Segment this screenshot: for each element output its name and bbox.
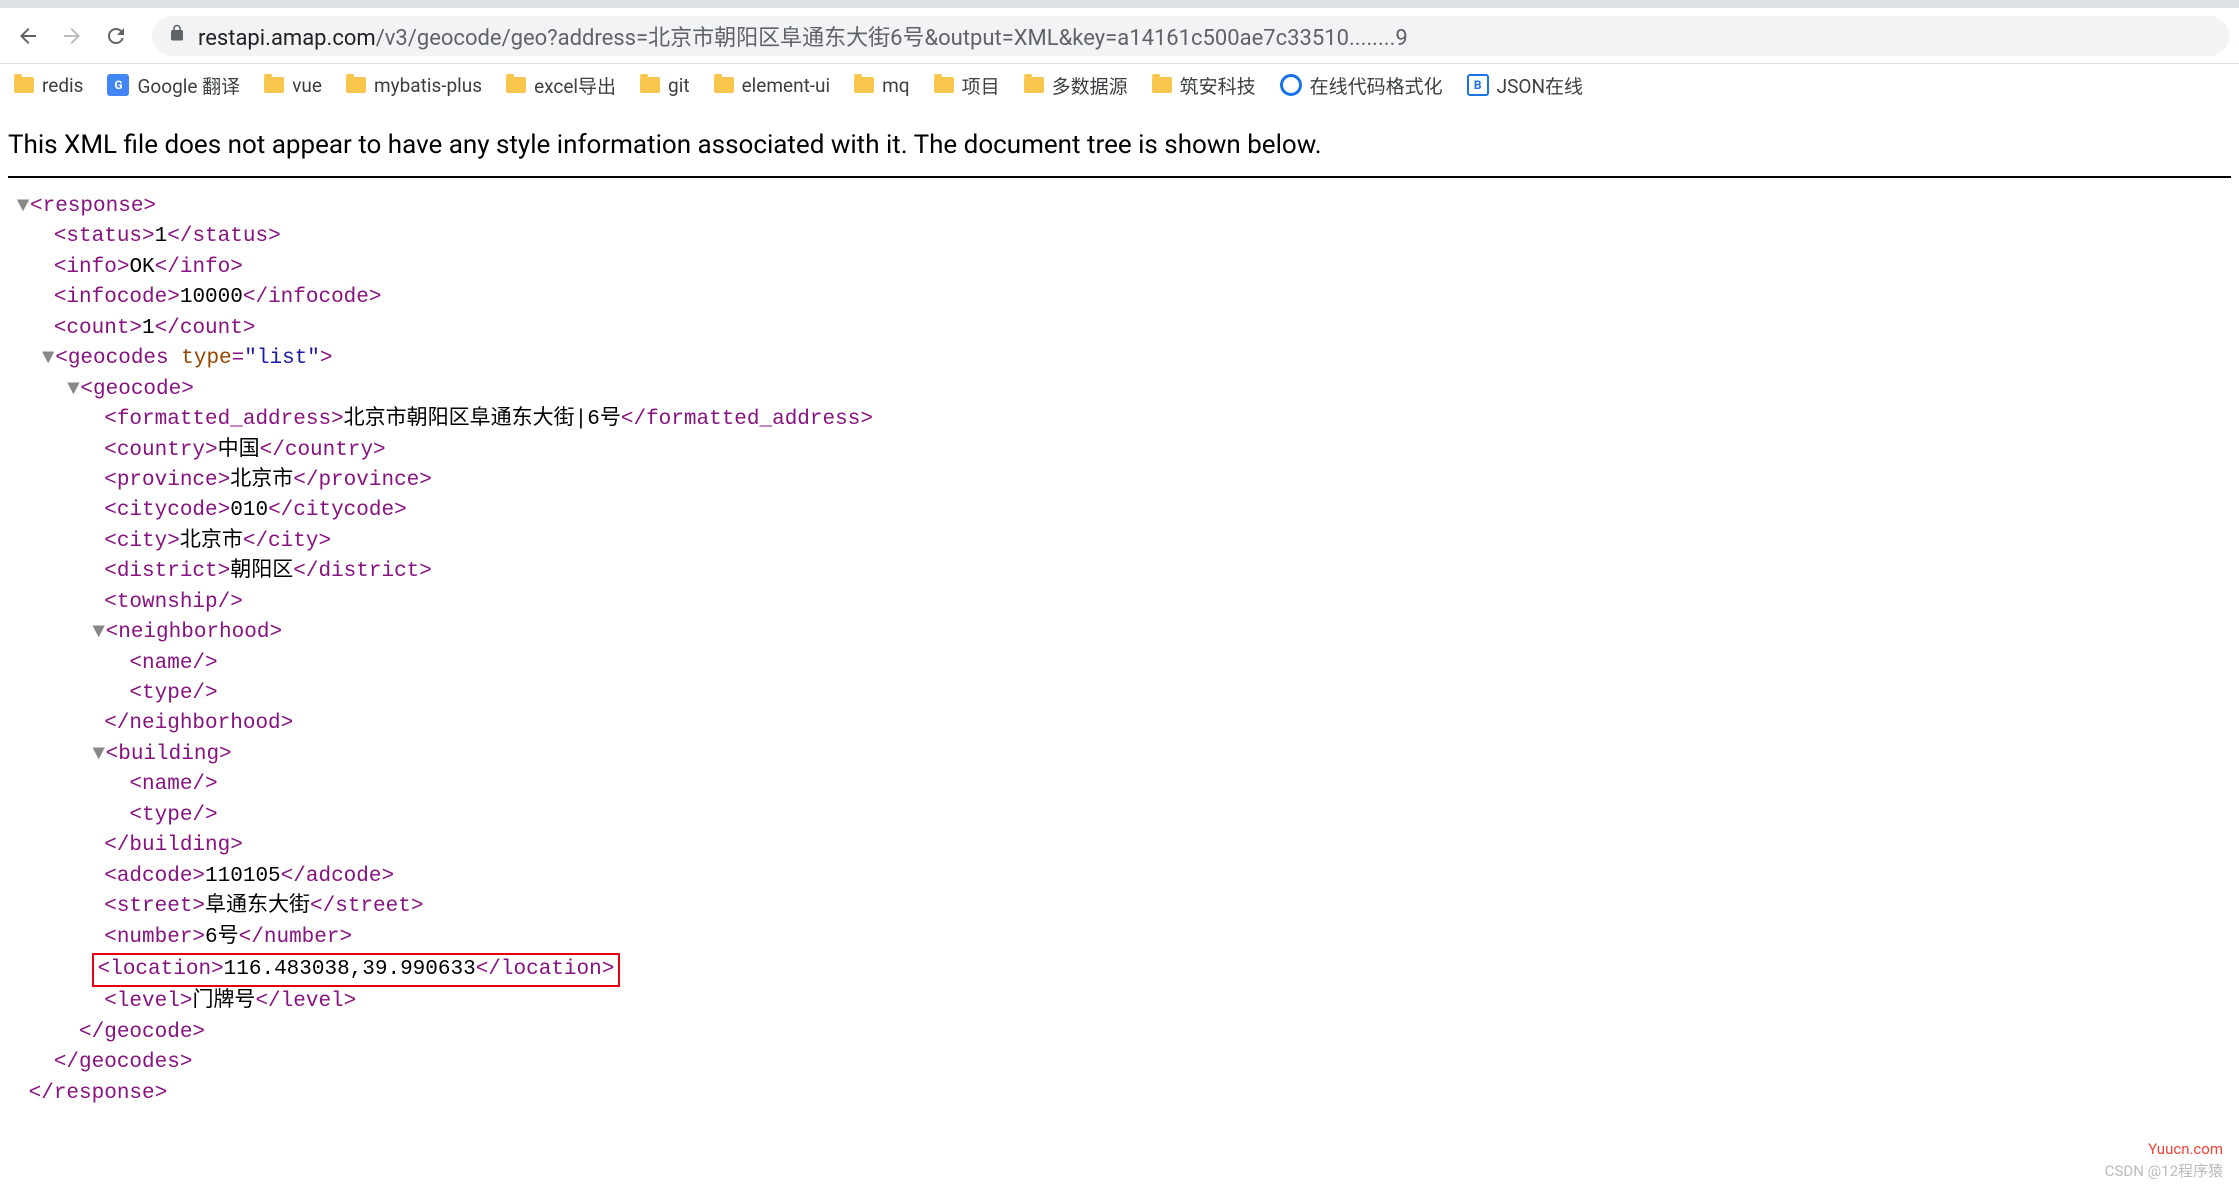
bookmark-project[interactable]: 项目 [934,72,1000,99]
xml-info: OK [129,256,154,279]
folder-icon [14,77,34,93]
xml-tree: ▼<response> <status>1</status> <info>OK<… [8,192,2231,1109]
toggle-icon[interactable]: ▼ [16,192,30,222]
circle-icon [1280,74,1302,96]
watermark: Yuucn.com CSDN @12程序猿 [2105,1140,2223,1181]
json-icon: B [1467,74,1489,96]
url-text: restapi.amap.com/v3/geocode/geo?address=… [198,20,1408,52]
folder-icon [640,77,660,93]
bookmark-label: 在线代码格式化 [1310,72,1443,99]
bookmark-excel-export[interactable]: excel导出 [506,72,616,99]
bookmark-code-format[interactable]: 在线代码格式化 [1280,72,1443,99]
bookmark-label: JSON在线 [1497,72,1583,99]
bookmark-label: Google 翻译 [137,72,240,99]
back-button[interactable] [10,18,46,54]
xml-adcode: 110105 [205,865,281,888]
xml-infocode: 10000 [180,286,243,309]
bookmark-label: vue [292,74,322,97]
toggle-icon[interactable]: ▼ [92,740,106,770]
xml-city: 北京市 [180,530,243,553]
xml-country: 中国 [218,439,260,462]
bookmark-label: 项目 [962,72,1000,99]
xml-formatted-address: 北京市朝阳区阜通东大街|6号 [344,408,621,431]
xml-province: 北京市 [230,469,293,492]
xml-status: 1 [155,225,168,248]
bookmark-json-online[interactable]: B JSON在线 [1467,72,1583,99]
forward-button[interactable] [54,18,90,54]
folder-icon [714,77,734,93]
folder-icon [934,77,954,93]
xml-citycode: 010 [230,499,268,522]
toggle-icon[interactable]: ▼ [41,344,55,374]
lock-icon [168,23,186,48]
bookmark-label: git [668,74,690,97]
arrow-left-icon [16,24,40,48]
xml-district: 朝阳区 [230,560,293,583]
bookmark-label: element-ui [742,74,831,97]
bookmark-label: 多数据源 [1052,72,1128,99]
bookmark-redis[interactable]: redis [14,74,83,97]
watermark-line2: CSDN @12程序猿 [2105,1160,2223,1181]
xml-number: 6号 [205,926,239,949]
toggle-icon[interactable]: ▼ [66,375,80,405]
folder-icon [1152,77,1172,93]
bookmark-google-translate[interactable]: G Google 翻译 [107,72,240,99]
folder-icon [346,77,366,93]
folder-icon [854,77,874,93]
xml-location: 116.483038,39.990633 [224,958,476,981]
bookmark-label: mybatis-plus [374,74,482,97]
location-highlight: <location>116.483038,39.990633</location… [92,953,621,987]
translate-icon: G [107,74,129,96]
xml-count: 1 [142,317,155,340]
bookmark-label: mq [882,74,909,97]
arrow-right-icon [60,24,84,48]
xml-level: 门牌号 [192,990,255,1013]
toggle-icon[interactable]: ▼ [92,618,106,648]
address-bar[interactable]: restapi.amap.com/v3/geocode/geo?address=… [152,16,2229,56]
folder-icon [264,77,284,93]
bookmark-element-ui[interactable]: element-ui [714,74,831,97]
folder-icon [1024,77,1044,93]
page-content: This XML file does not appear to have an… [0,106,2239,1125]
bookmark-mq[interactable]: mq [854,74,909,97]
bookmark-label: 筑安科技 [1180,72,1256,99]
reload-icon [104,24,128,48]
tab-strip [0,0,2239,8]
bookmarks-bar: redis G Google 翻译 vue mybatis-plus excel导… [0,64,2239,106]
xml-notice: This XML file does not appear to have an… [8,122,2231,178]
folder-icon [506,77,526,93]
bookmark-multi-datasource[interactable]: 多数据源 [1024,72,1128,99]
watermark-line1: Yuucn.com [2105,1140,2223,1158]
reload-button[interactable] [98,18,134,54]
bookmark-label: excel导出 [534,72,616,99]
bookmark-mybatis-plus[interactable]: mybatis-plus [346,74,482,97]
xml-street: 阜通东大街 [205,895,310,918]
browser-toolbar: restapi.amap.com/v3/geocode/geo?address=… [0,8,2239,64]
bookmark-vue[interactable]: vue [264,74,322,97]
bookmark-git[interactable]: git [640,74,690,97]
bookmark-zhuan-tech[interactable]: 筑安科技 [1152,72,1256,99]
bookmark-label: redis [42,74,83,97]
